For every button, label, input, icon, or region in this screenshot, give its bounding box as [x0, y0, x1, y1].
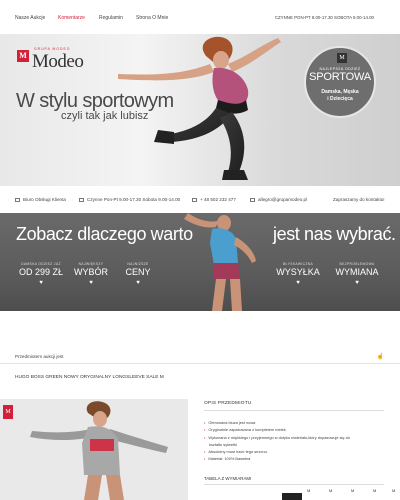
feature-prices: NAJNIŻSZE CENY ♥ [118, 262, 158, 286]
bullet-icon: • [204, 420, 206, 425]
bullet-icon: • [204, 449, 206, 455]
auction-subject-label: Przedmiotem aukcji jest [15, 354, 64, 359]
size-header: M [392, 488, 396, 493]
info-bar: Biuro Obsługi Klienta Czynne Pon-Pt 9.00… [0, 186, 400, 213]
feature-price: DAMSKA ODZIEŻ JUŻ OD 299 ZŁ ♥ [18, 262, 64, 286]
heart-icon: ♥ [296, 280, 300, 286]
bullet-icon: • [204, 427, 206, 433]
product-title: HUGO BOSS GREEN NOWY ORYGINALNY LONGSLEE… [15, 375, 164, 380]
nav-item-comments[interactable]: Komentarze [58, 15, 85, 21]
promo-band: Zobacz dlaczego warto jest nas wybrać. D… [0, 213, 400, 311]
list-item-text: Materiał: 100% Bawełna [208, 456, 251, 462]
feature-choice-caption: NAJWIĘKSZY [78, 262, 104, 266]
feature-shipping: BŁYSKAWICZNA WYSYŁKA ♥ [274, 262, 322, 286]
contact-invite: Zapraszamy do kontaktu! [333, 197, 385, 202]
size-header: M [373, 488, 377, 493]
size-table-heading: TABELA Z WYMIARAMI [204, 476, 252, 481]
model-in-hoodie-image [30, 401, 168, 500]
feature-choice-value: WYBÓR [73, 267, 108, 277]
badge-line-3: Damska, Męska [321, 89, 359, 95]
mail-icon [250, 197, 255, 202]
feature-exchange: BEZPROBLEMOWA WYMIANA ♥ [332, 262, 382, 286]
feature-shipping-caption: BŁYSKAWICZNA [282, 262, 314, 266]
badge-logo-mark: M [337, 53, 347, 63]
email-label: allegro@grupamodeo.pl [258, 197, 308, 202]
nav-item-auctions[interactable]: Nasze Aukcje [15, 15, 45, 21]
divider [0, 363, 400, 364]
size-cell [282, 493, 302, 500]
promo-title-right: jest nas wybrać. [273, 224, 396, 244]
sport-clothing-badge: M NAJLEPSZA ODZIEŻ SPORTOWA Damska, Męsk… [304, 46, 376, 118]
list-item-text: Oferowana bluza jest nowa [208, 420, 256, 425]
heart-icon: ♥ [89, 280, 93, 286]
nav-item-rules[interactable]: Regulamin [99, 15, 123, 21]
list-item: • Wykonana z miękkiego i przyjemnego w do… [204, 434, 350, 441]
hero-banner: M GRUPA MODEO Modeo W stylu sportowym cz… [0, 34, 400, 186]
feature-price-value: OD 299 ZŁ [18, 267, 64, 277]
divider [204, 484, 384, 485]
badge-line-2: SPORTOWA [309, 71, 371, 83]
phone-label: + 48 502 232 477 [200, 197, 236, 202]
promo-title-left: Zobacz dlaczego warto [16, 224, 193, 244]
size-header: M [329, 488, 333, 493]
customer-service: Biuro Obsługi Klienta [15, 197, 66, 202]
size-header: M [307, 488, 311, 493]
auction-header: Przedmiotem aukcji jest ☝ [0, 311, 400, 371]
description-list: • Oferowana bluza jest nowa • Oryginalnie … [204, 419, 350, 463]
nav-item-about[interactable]: Strona O Mnie [136, 15, 168, 21]
list-item: • Oferowana bluza jest nowa [204, 419, 350, 426]
badge-line-4: i Dziecięca [327, 96, 353, 102]
feature-prices-value: CENY [125, 267, 151, 277]
phone-icon [192, 197, 197, 202]
modeo-logo-mark: M [17, 50, 29, 62]
divider [204, 410, 384, 411]
heart-icon: ♥ [39, 280, 43, 286]
list-item: • Oryginalnie zapakowana z kompletem mete… [204, 426, 350, 433]
list-item: kształtu sylwetki [204, 441, 350, 448]
feature-exchange-caption: BEZPROBLEMOWA [339, 262, 375, 266]
opening-hours: CZYNNE PON-PT 8.00-17.30 SOBOTA 9.00-14.… [274, 15, 374, 20]
list-item-text: Wykonana z miękkiego i przyjemnego w dot… [208, 434, 350, 440]
list-item-text: kształtu sylwetki [209, 441, 237, 447]
product-description: OPIS PRZEDMIOTU • Oferowana bluza jest no… [198, 399, 400, 500]
product-logo-mark: M [3, 405, 13, 419]
email-address[interactable]: allegro@grupamodeo.pl [250, 197, 307, 202]
customer-service-label: Biuro Obsługi Klienta [23, 197, 66, 202]
heart-icon: ♥ [136, 280, 140, 286]
list-item: • Materiał: 100% Bawełna [204, 455, 350, 462]
feature-choice: NAJWIĘKSZY WYBÓR ♥ [70, 262, 112, 286]
hand-pointer-icon: ☝ [376, 354, 384, 360]
hero-subtitle: czyli tak jak lubisz [61, 110, 149, 122]
phone-number[interactable]: + 48 502 232 477 [192, 197, 236, 202]
bullet-icon: • [204, 456, 206, 462]
list-item-text: Oryginalnie zapakowana z kompletem metek [208, 427, 286, 433]
feature-prices-caption: NAJNIŻSZE [127, 262, 149, 266]
list-item: • Absolutny must have tego sezonu. [204, 448, 350, 455]
clock-icon [79, 197, 84, 202]
product-photo[interactable] [0, 399, 188, 500]
feature-price-caption: DAMSKA ODZIEŻ JUŻ [21, 262, 61, 266]
heart-icon: ♥ [355, 280, 359, 286]
office-icon [15, 197, 20, 202]
bullet-icon: • [204, 434, 206, 440]
service-hours-label: Czynne Pon-Pt 9.00-17.30 Sobota 9.00-14.… [87, 197, 181, 202]
top-nav: Nasze Aukcje Komentarze Regulamin Strona… [0, 0, 400, 34]
description-heading: OPIS PRZEDMIOTU [204, 401, 252, 406]
list-item-text: Absolutny must have tego sezonu. [208, 449, 268, 455]
feature-shipping-value: WYSYŁKA [276, 267, 320, 277]
service-hours: Czynne Pon-Pt 9.00-17.30 Sobota 9.00-14.… [79, 197, 180, 202]
feature-exchange-value: WYMIANA [335, 267, 379, 277]
modeo-logo-text[interactable]: Modeo [32, 51, 84, 73]
size-header: M [351, 488, 355, 493]
